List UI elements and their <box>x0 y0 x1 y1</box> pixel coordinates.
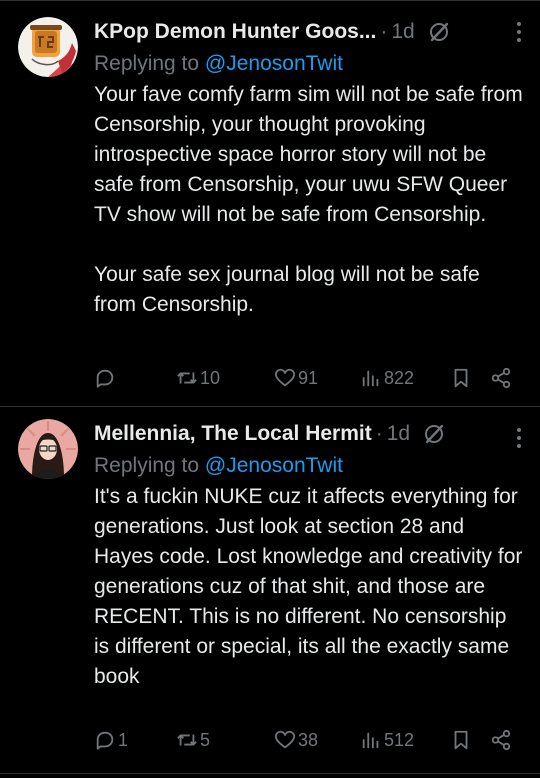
reply-button[interactable]: 1 <box>94 729 128 751</box>
share-icon <box>491 367 511 389</box>
like-button[interactable]: 91 <box>274 367 318 389</box>
views-icon <box>362 732 379 749</box>
views-button[interactable]: 512 <box>360 729 414 751</box>
tweet-text: It's a fuckin NUKE cuz it affects everyt… <box>94 482 526 692</box>
views-button[interactable]: 822 <box>360 367 414 389</box>
tweet-header: Mellennia, The Local Hermit · 1d <box>94 419 526 449</box>
share-icon <box>491 729 511 751</box>
timestamp[interactable]: 1d <box>391 20 414 44</box>
separator-dot: · <box>375 422 383 445</box>
avatar-column <box>18 17 80 406</box>
action-bar: 10 91 822 <box>94 363 522 393</box>
more-options-icon[interactable] <box>516 427 522 449</box>
heart-icon <box>274 368 296 387</box>
mention-link[interactable]: @JenosonTwit <box>205 52 343 75</box>
tweet[interactable]: Mellennia, The Local Hermit · 1d Replyin… <box>0 407 540 773</box>
bookmark-icon <box>454 730 468 750</box>
tweet-content: Mellennia, The Local Hermit · 1d Replyin… <box>94 419 526 773</box>
tweet[interactable]: KPop Demon Hunter Goos... · 1d Replying … <box>0 1 540 406</box>
tweet-text: Your fave comfy farm sim will not be saf… <box>94 80 526 320</box>
tweet-paragraph: It's a fuckin NUKE cuz it affects everyt… <box>94 485 523 688</box>
replying-to: Replying to @JenosonTwit <box>94 452 526 480</box>
like-button[interactable]: 38 <box>274 729 318 751</box>
avatar-column <box>18 419 80 773</box>
reply-icon <box>96 731 114 750</box>
mention-link[interactable]: @JenosonTwit <box>205 454 343 477</box>
bookmark-icon <box>454 368 468 388</box>
like-count: 91 <box>298 367 319 388</box>
bookmark-button[interactable] <box>450 367 472 389</box>
action-bar: 1 5 38 512 <box>94 725 522 755</box>
tweet-paragraph: Your fave comfy farm sim will not be saf… <box>94 83 523 226</box>
replying-prefix: Replying to <box>94 454 205 477</box>
grok-icon[interactable] <box>422 422 446 446</box>
grok-icon[interactable] <box>427 20 451 44</box>
tweet-content: KPop Demon Hunter Goos... · 1d Replying … <box>94 17 526 406</box>
reply-icon <box>96 369 114 388</box>
views-icon <box>362 370 379 387</box>
share-button[interactable] <box>490 367 512 389</box>
avatar[interactable] <box>18 17 78 77</box>
retweet-icon <box>177 734 197 746</box>
like-count: 38 <box>298 729 319 750</box>
more-options-icon[interactable] <box>516 21 522 43</box>
bookmark-button[interactable] <box>450 729 472 751</box>
view-count: 512 <box>384 729 415 750</box>
replying-prefix: Replying to <box>94 52 205 75</box>
author-name[interactable]: Mellennia, The Local Hermit <box>94 422 372 446</box>
separator-dot: · <box>380 20 388 43</box>
heart-icon <box>274 730 296 749</box>
view-count: 822 <box>384 367 415 388</box>
divider <box>0 773 540 774</box>
tweet-paragraph: Your safe sex journal blog will not be s… <box>94 263 480 316</box>
author-name[interactable]: KPop Demon Hunter Goos... <box>94 20 376 44</box>
timestamp[interactable]: 1d <box>387 422 410 446</box>
avatar[interactable] <box>18 419 78 479</box>
replying-to: Replying to @JenosonTwit <box>94 50 526 78</box>
reply-feed: KPop Demon Hunter Goos... · 1d Replying … <box>0 0 540 778</box>
share-button[interactable] <box>490 729 512 751</box>
tweet-header: KPop Demon Hunter Goos... · 1d <box>94 17 526 47</box>
retweet-button[interactable]: 5 <box>176 729 210 751</box>
retweet-count: 5 <box>200 729 211 750</box>
reply-count: 1 <box>118 729 129 750</box>
retweet-button[interactable]: 10 <box>176 367 220 389</box>
retweet-count: 10 <box>200 367 221 388</box>
reply-button[interactable] <box>94 367 118 389</box>
retweet-icon <box>177 372 197 384</box>
